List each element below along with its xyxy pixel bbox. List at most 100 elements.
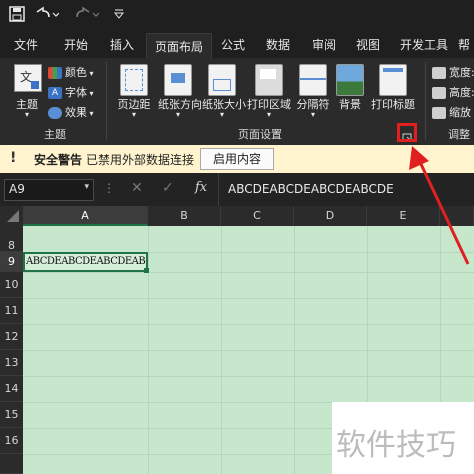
quick-access-toolbar <box>0 0 474 32</box>
width-icon <box>432 67 446 79</box>
row-header-9[interactable]: 9 <box>0 252 23 272</box>
grid-line <box>23 350 474 351</box>
formula-input[interactable]: ABCDEABCDEABCDEABCDE <box>228 182 394 196</box>
background-button[interactable]: 背景 <box>334 58 366 124</box>
row-header-17[interactable] <box>0 454 23 474</box>
height-icon <box>432 87 446 99</box>
security-warning-bar: ! 安全警告 已禁用外部数据连接 启用内容 <box>0 145 474 174</box>
tab-review[interactable]: 审阅 <box>312 32 336 58</box>
customize-icon[interactable] <box>110 6 128 26</box>
tab-file[interactable]: 文件 <box>14 32 38 58</box>
colors-icon <box>48 67 62 79</box>
undo-icon[interactable] <box>32 6 60 26</box>
tab-view[interactable]: 视图 <box>356 32 380 58</box>
grid-line <box>23 324 474 325</box>
orientation-button[interactable]: 纸张方向 ▾ <box>158 58 202 124</box>
column-header-c[interactable]: C <box>221 206 294 226</box>
tab-help[interactable]: 帮 <box>458 32 470 58</box>
ribbon-tabs: 文件 开始 插入 页面布局 公式 数据 审阅 视图 开发工具 帮 <box>0 32 474 59</box>
tab-formulas[interactable]: 公式 <box>221 32 245 58</box>
confirm-icon[interactable]: ✓ <box>162 180 174 196</box>
chevron-down-icon: ▾ <box>24 110 29 119</box>
more-options-icon: ⋮ <box>103 181 115 195</box>
width-control[interactable]: 宽度: <box>432 64 474 80</box>
enable-content-button[interactable]: 启用内容 <box>200 148 274 170</box>
row-header-14[interactable]: 14 <box>0 376 23 402</box>
column-header-e[interactable]: E <box>367 206 440 226</box>
column-header-b[interactable]: B <box>148 206 221 226</box>
column-header-a[interactable]: A <box>23 206 148 226</box>
print-titles-button[interactable]: 打印标题 <box>368 58 418 124</box>
watermark-box: 软件技巧 <box>332 402 474 474</box>
chevron-down-icon: ▾ <box>175 110 180 119</box>
security-warning-message: 已禁用外部数据连接 <box>86 153 195 167</box>
row-header-8[interactable]: 8 <box>0 226 23 252</box>
tab-insert[interactable]: 插入 <box>110 32 134 58</box>
fonts-button[interactable]: A 字体 ▾ <box>48 84 94 100</box>
chevron-down-icon: ▾ <box>310 110 315 119</box>
column-header-f[interactable] <box>440 206 474 226</box>
chevron-down-icon[interactable]: ▾ <box>84 182 89 192</box>
grid-line <box>23 272 474 273</box>
background-icon <box>336 64 364 96</box>
group-label-theme: 主题 <box>44 128 66 141</box>
group-separator <box>425 62 426 140</box>
effects-button[interactable]: 效果 ▾ <box>48 104 94 120</box>
scale-icon <box>432 107 446 119</box>
tab-page-layout[interactable]: 页面布局 <box>146 33 213 59</box>
background-label: 背景 <box>339 98 361 111</box>
security-warning-title: 安全警告 <box>34 153 83 167</box>
watermark-text: 软件技巧 <box>336 428 456 463</box>
tab-developer[interactable]: 开发工具 <box>400 32 448 58</box>
fonts-label: 字体 <box>65 86 87 99</box>
effects-label: 效果 <box>65 106 87 119</box>
name-box-value: A9 <box>9 182 25 196</box>
highlight-box <box>397 123 417 142</box>
fonts-icon: A <box>48 87 62 99</box>
formula-bar: A9 ▾ ⋮ ✕ ✓ fx ABCDEABCDEABCDEABCDE <box>0 173 474 207</box>
row-header-15[interactable]: 15 <box>0 402 23 428</box>
chevron-down-icon: ▾ <box>131 110 136 119</box>
name-box[interactable]: A9 ▾ <box>4 179 94 201</box>
themes-button[interactable]: 文 主题 ▾ <box>10 58 44 124</box>
effects-icon <box>48 107 62 119</box>
width-label: 宽度: <box>449 66 474 79</box>
cancel-icon[interactable]: ✕ <box>131 180 143 196</box>
cell-a9[interactable]: ABCDEABCDEABCDEABCDE <box>23 252 148 272</box>
printer-icon <box>255 64 283 96</box>
scale-control[interactable]: 缩放 <box>432 104 471 120</box>
size-icon <box>208 64 236 96</box>
row-header-16[interactable]: 16 <box>0 428 23 454</box>
colors-button[interactable]: 颜色 ▾ <box>48 64 94 80</box>
theme-icon: 文 <box>14 64 42 92</box>
excel-window: 文件 开始 插入 页面布局 公式 数据 审阅 视图 开发工具 帮 文 主题 ▾ … <box>0 0 474 474</box>
grid-line <box>23 376 474 377</box>
group-label-scale: 调整 <box>448 128 470 141</box>
print-area-button[interactable]: 打印区域 ▾ <box>246 58 292 124</box>
breaks-button[interactable]: 分隔符 ▾ <box>294 58 332 124</box>
chevron-down-icon: ▾ <box>219 110 224 119</box>
row-header-12[interactable]: 12 <box>0 324 23 350</box>
chevron-down-icon: ▾ <box>266 110 271 119</box>
fill-handle[interactable] <box>144 268 149 273</box>
height-label: 高度: <box>449 86 474 99</box>
size-button[interactable]: 纸张大小 ▾ <box>202 58 246 124</box>
row-header-11[interactable]: 11 <box>0 298 23 324</box>
insert-function-icon[interactable]: fx <box>195 180 207 195</box>
row-header-13[interactable]: 13 <box>0 350 23 376</box>
tab-data[interactable]: 数据 <box>266 32 290 58</box>
column-header-d[interactable]: D <box>294 206 367 226</box>
redo-icon[interactable] <box>72 6 100 26</box>
save-icon[interactable] <box>8 6 26 26</box>
select-all-button[interactable] <box>0 206 24 226</box>
cell-a9-value: ABCDEABCDEABCDEABCDE <box>26 256 146 267</box>
height-control[interactable]: 高度: <box>432 84 474 100</box>
row-header-10[interactable]: 10 <box>0 272 23 298</box>
grid-line <box>23 298 474 299</box>
tab-home[interactable]: 开始 <box>64 32 88 58</box>
warning-icon: ! <box>10 150 17 166</box>
margins-button[interactable]: 页边距 ▾ <box>114 58 154 124</box>
group-label-page-setup: 页面设置 <box>238 128 282 141</box>
print-titles-icon <box>379 64 407 96</box>
group-separator <box>106 62 107 140</box>
